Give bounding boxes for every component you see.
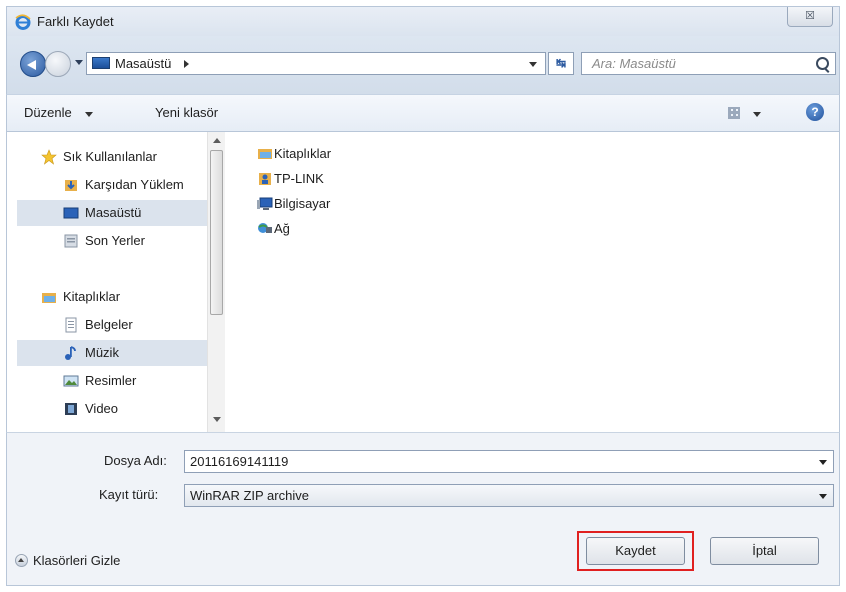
sidebar-item-documents[interactable]: Belgeler [63, 314, 203, 336]
sidebar-item-label: Video [85, 401, 119, 416]
hide-folders-button[interactable]: Klasörleri Gizle [15, 553, 121, 568]
downloads-folder-icon [63, 177, 79, 193]
search-icon[interactable] [816, 57, 829, 70]
list-item-label: TP-LINK [274, 171, 324, 186]
address-bar: Masaüstü ↹ Ara: Masaüstü [6, 36, 840, 94]
list-item[interactable]: Ağ [257, 219, 397, 239]
window-title: Farklı Kaydet [37, 14, 114, 29]
filename-field[interactable]: 20116169141119 [184, 450, 834, 473]
video-icon [63, 401, 79, 417]
refresh-button[interactable]: ↹ [548, 52, 574, 75]
filetype-label: Kayıt türü: [99, 487, 159, 502]
organize-button[interactable]: Düzenle [24, 105, 72, 120]
sidebar-item-label: Masaüstü [85, 205, 142, 220]
list-item[interactable]: Bilgisayar [257, 194, 397, 214]
address-history-chevron-icon[interactable] [529, 62, 537, 67]
save-as-dialog: Farklı Kaydet ☒ Masaüstü ↹ Ara: Masaüstü… [0, 0, 846, 592]
scroll-thumb[interactable] [210, 150, 223, 315]
list-item-label: Kitaplıklar [274, 146, 332, 161]
close-icon: ☒ [805, 10, 815, 22]
desktop-icon [92, 57, 110, 69]
cancel-button[interactable]: İptal [710, 537, 819, 565]
sidebar-item-downloads[interactable]: Karşıdan Yüklem [63, 174, 223, 196]
music-icon [63, 345, 79, 361]
save-options-panel: Dosya Adı: 20116169141119 Kayıt türü: Wi… [6, 432, 840, 586]
user-folder-icon [257, 171, 273, 186]
filename-chevron-down-icon[interactable] [819, 460, 827, 465]
list-item[interactable]: TP-LINK [257, 169, 397, 189]
libraries-icon [41, 289, 57, 305]
sidebar-item-desktop[interactable]: Masaüstü [63, 202, 203, 224]
refresh-icon: ↹ [555, 56, 567, 70]
view-chevron-icon[interactable] [753, 112, 761, 117]
network-icon [257, 221, 273, 236]
command-toolbar: Düzenle Yeni klasör ? [6, 94, 840, 132]
computer-icon [257, 196, 273, 211]
main-content: Sık Kullanılanlar Karşıdan Yüklem Masaüs… [6, 132, 840, 432]
documents-icon [63, 317, 79, 333]
view-options-icon[interactable] [728, 107, 740, 119]
sidebar-item-label: Belgeler [85, 317, 133, 332]
list-item-label: Bilgisayar [274, 196, 331, 211]
breadcrumb-arrow-icon[interactable] [184, 60, 189, 68]
help-icon[interactable]: ? [806, 103, 824, 121]
internet-explorer-icon [15, 14, 31, 30]
recent-places-icon [63, 233, 79, 249]
new-folder-button[interactable]: Yeni klasör [155, 105, 218, 120]
filetype-chevron-down-icon[interactable] [819, 494, 827, 499]
pictures-icon [63, 373, 79, 389]
list-item-label: Ağ [274, 221, 290, 236]
star-icon [41, 149, 57, 165]
sidebar-item-label: Kitaplıklar [63, 289, 121, 304]
scroll-down-icon[interactable] [213, 417, 221, 422]
organize-chevron-icon[interactable] [85, 112, 93, 117]
sidebar-item-libraries[interactable]: Kitaplıklar [41, 286, 201, 308]
sidebar-item-music[interactable]: Müzik [63, 342, 203, 364]
hide-folders-label: Klasörleri Gizle [33, 553, 121, 568]
back-button[interactable] [20, 51, 46, 77]
file-list: Kitaplıklar TP-LINK Bilgisayar Ağ [225, 132, 839, 432]
filename-value: 20116169141119 [190, 454, 289, 469]
sidebar-item-favorites[interactable]: Sık Kullanılanlar [41, 146, 221, 168]
scroll-up-icon[interactable] [213, 138, 221, 143]
navigation-pane: Sık Kullanılanlar Karşıdan Yüklem Masaüs… [7, 132, 225, 432]
nav-scrollbar[interactable] [207, 132, 225, 432]
libraries-icon [257, 146, 273, 161]
sidebar-item-recent-places[interactable]: Son Yerler [63, 230, 203, 252]
breadcrumb-item-desktop[interactable]: Masaüstü [115, 56, 171, 71]
sidebar-item-label: Son Yerler [85, 233, 145, 248]
search-placeholder: Ara: Masaüstü [592, 56, 676, 71]
collapse-icon [15, 554, 28, 567]
filetype-value: WinRAR ZIP archive [190, 488, 309, 503]
breadcrumb[interactable]: Masaüstü [86, 52, 546, 75]
sidebar-item-video[interactable]: Video [63, 398, 203, 420]
sidebar-item-pictures[interactable]: Resimler [63, 370, 203, 392]
forward-button[interactable] [45, 51, 71, 77]
desktop-icon [63, 205, 79, 221]
sidebar-item-label: Resimler [85, 373, 137, 388]
search-input[interactable]: Ara: Masaüstü [581, 52, 836, 75]
sidebar-item-label: Sık Kullanılanlar [63, 149, 157, 164]
sidebar-item-label: Müzik [85, 345, 119, 360]
filetype-select[interactable]: WinRAR ZIP archive [184, 484, 834, 507]
filename-label: Dosya Adı: [104, 453, 167, 468]
recent-pages-chevron-icon[interactable] [75, 60, 83, 65]
title-bar: Farklı Kaydet ☒ [6, 6, 840, 36]
save-button[interactable]: Kaydet [586, 537, 685, 565]
list-item[interactable]: Kitaplıklar [257, 144, 397, 164]
sidebar-item-label: Karşıdan Yüklem [85, 177, 184, 192]
close-button[interactable]: ☒ [787, 7, 833, 27]
